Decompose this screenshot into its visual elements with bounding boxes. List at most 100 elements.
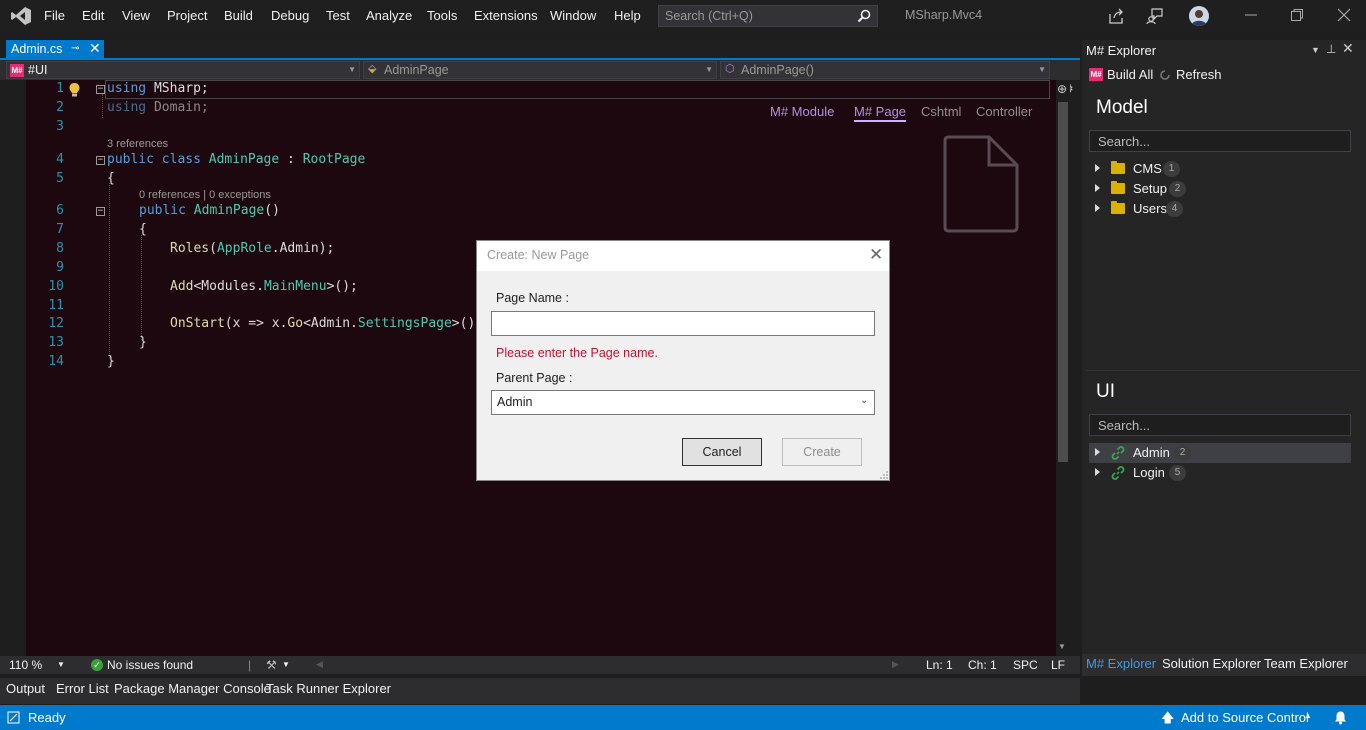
close-icon[interactable]: ✕ [869, 245, 883, 265]
feedback-icon[interactable] [1146, 7, 1164, 25]
chevron-down-icon[interactable]: ⌄ [860, 395, 868, 406]
menu-file[interactable]: File [44, 8, 65, 23]
lightbulb-icon[interactable] [68, 82, 81, 98]
fold-toggle[interactable]: − [96, 207, 105, 216]
model-search-input[interactable]: Search... [1089, 130, 1351, 152]
cancel-button[interactable]: Cancel [682, 438, 762, 466]
scroll-down-icon[interactable]: ▼ [1058, 642, 1066, 651]
menu-edit[interactable]: Edit [82, 8, 104, 23]
type-combo[interactable]: ⬙ AdminPage ▼ [363, 61, 717, 79]
expand-arrow-icon[interactable] [1095, 468, 1100, 476]
ui-search-input[interactable]: Search... [1089, 414, 1351, 436]
menu-project[interactable]: Project [167, 8, 207, 23]
refresh-button[interactable]: Refresh [1176, 67, 1222, 82]
code-line-12: OnStart(x => x.Go<Admin.SettingsPage>() [170, 316, 476, 331]
resize-grip-icon[interactable] [877, 468, 889, 480]
tree-item-cms[interactable]: CMS 1 [1089, 159, 1351, 179]
scroll-right-icon[interactable]: ▶ [892, 659, 899, 670]
tab-msharp-explorer[interactable]: M# Explorer [1086, 656, 1156, 671]
line-number: 1 [56, 81, 64, 96]
add-to-source-control[interactable]: Add to Source Control [1181, 710, 1309, 725]
fold-toggle[interactable]: − [96, 85, 105, 94]
codelens-references[interactable]: 3 references [107, 138, 168, 150]
whitespace-mode[interactable]: SPC [1013, 658, 1038, 672]
menu-window[interactable]: Window [550, 8, 596, 23]
fold-toggle[interactable]: − [96, 156, 105, 165]
code-line-5: { [107, 171, 115, 186]
menu-debug[interactable]: Debug [271, 8, 309, 23]
notification-bell-icon[interactable] [1333, 710, 1348, 725]
pin-icon[interactable]: ⊸ [71, 43, 79, 54]
minimize-icon[interactable] [1244, 8, 1258, 22]
menu-analyze[interactable]: Analyze [366, 8, 412, 23]
tree-item-users[interactable]: Users 4 [1089, 199, 1351, 219]
menu-test[interactable]: Test [326, 8, 350, 23]
expand-arrow-icon[interactable] [1095, 164, 1100, 172]
expand-arrow-icon[interactable] [1095, 204, 1100, 212]
tree-label: Users [1133, 201, 1167, 216]
search-input[interactable]: Search (Ctrl+Q) [658, 5, 878, 27]
refresh-icon[interactable] [1159, 69, 1171, 81]
line-number: 8 [56, 241, 64, 256]
line-number: 12 [48, 316, 64, 331]
tab-solution-explorer[interactable]: Solution Explorer [1162, 656, 1261, 671]
chevron-down-icon[interactable]: ▼ [57, 660, 65, 669]
issues-status[interactable]: No issues found [107, 658, 193, 672]
line-ending[interactable]: LF [1051, 658, 1065, 672]
chevron-down-icon[interactable]: ▼ [282, 660, 290, 669]
tab-team-explorer[interactable]: Team Explorer [1264, 656, 1348, 671]
menu-extensions[interactable]: Extensions [474, 8, 538, 23]
document-icon [943, 135, 1019, 233]
menu-help[interactable]: Help [614, 8, 641, 23]
build-all-button[interactable]: Build All [1107, 67, 1153, 82]
create-button[interactable]: Create [782, 438, 862, 466]
cursor-char[interactable]: Ch: 1 [968, 658, 997, 672]
vertical-scrollbar[interactable]: ▼ [1056, 80, 1070, 656]
expand-arrow-icon[interactable] [1095, 184, 1100, 192]
menu-view[interactable]: View [122, 8, 150, 23]
current-line-highlight [105, 80, 1050, 99]
brush-icon[interactable]: ⚒ [266, 658, 277, 672]
menu-tools[interactable]: Tools [427, 8, 457, 23]
live-share-icon[interactable] [1107, 7, 1125, 25]
chevron-down-icon[interactable]: ▼ [1311, 45, 1320, 55]
parent-page-select[interactable]: Admin ⌄ [491, 390, 875, 415]
chevron-down-icon: ▼ [1038, 65, 1046, 74]
tab-controller[interactable]: Controller [976, 104, 1032, 119]
project-combo[interactable]: M# #UI ▼ [6, 61, 360, 79]
scrollbar-thumb[interactable] [1058, 102, 1068, 462]
close-icon[interactable]: ✕ [89, 40, 101, 57]
tree-item-login[interactable]: Login 5 [1089, 463, 1351, 483]
split-view-icon[interactable]: ⊕ [1057, 82, 1069, 96]
tab-error-list[interactable]: Error List [56, 681, 109, 696]
tab-output[interactable]: Output [6, 681, 45, 696]
tab-msharp-page[interactable]: M# Page [854, 104, 907, 122]
line-number: 10 [48, 279, 64, 294]
tree-item-admin[interactable]: Admin 2 [1089, 443, 1351, 463]
zoom-level[interactable]: 110 % [9, 658, 42, 672]
tab-msharp-module[interactable]: M# Module [770, 104, 834, 119]
arrow-up-icon[interactable]: 🡅 [1161, 709, 1174, 730]
restore-icon[interactable] [1290, 8, 1304, 22]
tree-item-setup[interactable]: Setup 2 [1089, 179, 1351, 199]
tab-cshtml[interactable]: Cshtml [921, 104, 961, 119]
close-icon[interactable]: ✕ [1342, 40, 1354, 57]
msharp-badge-icon: M# [1089, 68, 1103, 81]
menu-build[interactable]: Build [224, 8, 253, 23]
page-name-input[interactable] [491, 311, 875, 336]
tab-package-manager-console[interactable]: Package Manager Console [114, 681, 271, 696]
pin-icon[interactable]: ⊥ [1326, 42, 1336, 56]
chevron-up-icon[interactable]: ▲ [1304, 711, 1312, 720]
editor-status-row: 110 % ▼ ✓ No issues found | ⚒ ▼ ◀ ▶ Ln: … [0, 656, 1080, 674]
close-window-icon[interactable] [1337, 8, 1351, 22]
cursor-line[interactable]: Ln: 1 [926, 658, 953, 672]
scroll-left-icon[interactable]: ◀ [316, 659, 323, 670]
member-combo[interactable]: ⬡ AdminPage() ▼ [720, 61, 1050, 79]
check-icon: ✓ [91, 659, 103, 671]
avatar[interactable] [1189, 6, 1209, 26]
tab-admin-cs[interactable]: Admin.cs ⊸ ✕ [6, 40, 104, 59]
expand-arrow-icon[interactable] [1095, 448, 1100, 456]
codelens-references[interactable]: 0 references | 0 exceptions [139, 189, 271, 201]
tab-task-runner-explorer[interactable]: Task Runner Explorer [266, 681, 391, 696]
search-icon [857, 9, 871, 23]
